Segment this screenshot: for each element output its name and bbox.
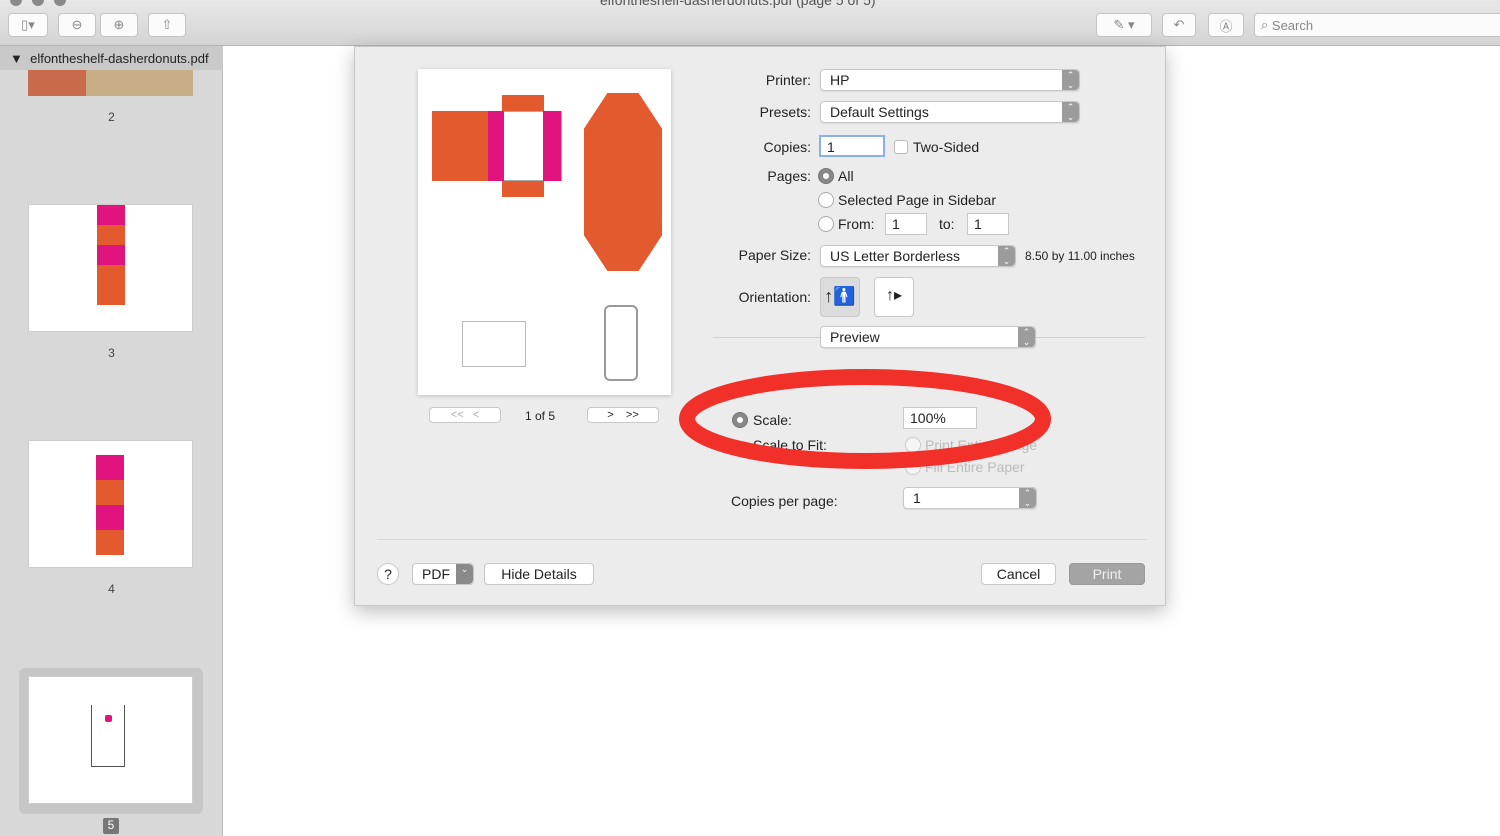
search-placeholder: Search [1271,17,1314,33]
zoom-window-button[interactable] [54,0,66,6]
to-input[interactable]: 1 [967,213,1009,235]
presets-select[interactable]: Default Settings ⌃ ⌄ [820,101,1080,123]
page-number: 2 [108,110,115,124]
print-button[interactable]: Print [1069,563,1145,585]
printer-label: Printer: [765,72,811,88]
to-label: to: [939,216,955,232]
pages-label: Pages: [767,168,811,184]
preview-page-indicator: 1 of 5 [525,409,556,423]
pages-all-label: All [838,168,854,184]
landscape-orientation-button[interactable]: ↑▸ [874,277,914,317]
page-range-radio[interactable] [818,216,834,232]
orientation-label: Orientation: [738,289,811,305]
two-sided-label: Two-Sided [913,139,980,155]
page-thumbnail-4[interactable] [28,440,193,568]
search-icon: ⌕ [1261,17,1272,32]
portrait-orientation-button[interactable]: ↑🚹 [820,277,860,317]
selected-page-number: 5 [103,818,119,834]
paper-dimensions: 8.50 by 11.00 inches [1025,249,1135,263]
page-number: 4 [108,582,115,596]
sidebar-file-header[interactable]: ▼ elfontheshelf-dasherdonuts.pdf [0,46,223,70]
print-preview-page [418,69,671,395]
copies-per-page-select[interactable]: 1 ⌃ ⌄ [903,487,1037,509]
paper-size-label: Paper Size: [738,247,811,263]
zoom-out-icon[interactable]: ⊖ [58,13,96,37]
toolbar: elfontheshelf-dasherdonuts.pdf (page 5 o… [0,0,1500,46]
presets-label: Presets: [759,104,811,120]
pages-all-radio[interactable] [818,168,834,184]
annotate-icon[interactable]: Ⓐ [1208,13,1244,37]
copies-per-page-label: Copies per page: [731,493,838,509]
sidebar-toggle-icon[interactable]: ▯▾ [8,13,48,37]
selected-page-label: Selected Page in Sidebar [838,192,996,208]
two-sided-checkbox[interactable] [894,140,908,154]
red-annotation-ellipse [679,369,1051,469]
page-thumbnail-5[interactable] [28,676,193,804]
page-number: 3 [108,346,115,360]
hide-details-button[interactable]: Hide Details [484,563,594,585]
paper-size-select[interactable]: US Letter Borderless ⌃ ⌄ [820,245,1016,267]
selected-page-radio[interactable] [818,192,834,208]
section-select[interactable]: Preview ⌃ ⌄ [820,326,1036,348]
share-icon[interactable]: ⇧ [148,13,186,37]
printer-select[interactable]: HP ⌃ ⌄ [820,69,1080,91]
print-dialog: << < 1 of 5 > >> Printer: HP ⌃ ⌄ Presets: … [354,46,1166,606]
close-window-button[interactable] [10,0,22,6]
from-input[interactable]: 1 [885,213,927,235]
page-thumbnail-2[interactable] [28,70,193,96]
zoom-in-icon[interactable]: ⊕ [100,13,138,37]
cancel-button[interactable]: Cancel [981,563,1056,585]
next-last-page-buttons[interactable]: > >> [587,407,659,423]
markup-pen-icon[interactable]: ✎ ▾ [1096,13,1152,37]
file-name: elfontheshelf-dasherdonuts.pdf [30,51,209,66]
from-label: From: [838,216,875,232]
page-thumbnail-3[interactable] [28,204,193,332]
copies-input[interactable]: 1 [819,135,885,157]
search-input[interactable]: ⌕ Search [1254,13,1500,37]
pdf-menu-button[interactable]: PDF ⌄ [412,563,474,585]
rotate-icon[interactable]: ↶ [1162,13,1196,37]
divider [377,539,1147,540]
window-title: elfontheshelf-dasherdonuts.pdf (page 5 o… [600,0,876,8]
copies-label: Copies: [763,139,811,155]
minimize-window-button[interactable] [32,0,44,6]
first-prev-page-buttons[interactable]: << < [429,407,501,423]
help-button[interactable]: ? [377,563,399,585]
